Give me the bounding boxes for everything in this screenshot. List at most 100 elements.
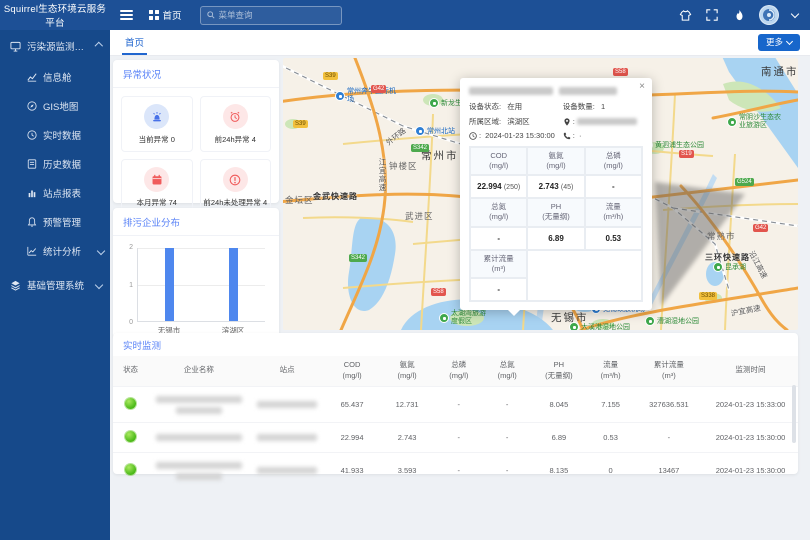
breadcrumb-label: 首页 <box>163 8 182 22</box>
bar-无锡市 <box>165 248 174 321</box>
table-cell: - <box>483 386 531 422</box>
clock-icon <box>469 132 477 140</box>
map-label-road: 外环路 <box>384 125 409 148</box>
table-cell: - <box>435 452 483 488</box>
sidebar-item-statistics[interactable]: 统计分析 <box>0 236 110 265</box>
table-cell: 3.593 <box>380 452 435 488</box>
compass-icon <box>26 100 37 111</box>
tab-home[interactable]: 首页 <box>122 30 147 55</box>
sidebar-item-info-hub[interactable]: 信息舱 <box>0 62 110 91</box>
redacted-site-name <box>257 434 317 441</box>
column-header: 监测时间 <box>703 356 798 386</box>
search-placeholder: 菜单查询 <box>219 9 253 21</box>
column-header: 流量(m³/h) <box>586 356 634 386</box>
road-badge: S342 <box>349 254 367 262</box>
table-cell: 22.994 <box>325 422 380 452</box>
monitor-icon <box>10 41 21 52</box>
chevron-down-icon[interactable] <box>791 9 799 17</box>
calendar-icon <box>144 167 169 192</box>
table-cell: 8.045 <box>531 386 586 422</box>
map-label-poi-green: 昆承湖 <box>713 262 746 272</box>
sidebar-item-realtime-data[interactable]: 实时数据 <box>0 120 110 149</box>
table-row[interactable]: 22.9942.743--6.890.53-2024-01-23 15:30:0… <box>113 422 798 452</box>
redacted-enterprise-name <box>156 434 242 441</box>
table-cell: - <box>483 422 531 452</box>
table-row[interactable]: 65.43712.731--8.0457.155327636.5312024-0… <box>113 386 798 422</box>
park-icon <box>727 117 737 127</box>
history-icon <box>26 158 37 169</box>
panel-title: 实时监测 <box>113 333 798 356</box>
sidebar-item-gis-map[interactable]: GIS地图 <box>0 91 110 120</box>
modules-icon <box>10 280 21 291</box>
alert-bell-icon <box>26 216 37 227</box>
plane-icon <box>335 91 345 101</box>
table-scrollbar[interactable] <box>792 385 796 443</box>
search-icon <box>207 11 215 19</box>
clock-icon <box>26 129 37 140</box>
table-cell: 0 <box>586 452 634 488</box>
flame-icon[interactable] <box>732 8 746 22</box>
close-icon[interactable]: × <box>639 82 645 92</box>
fullscreen-icon[interactable] <box>705 8 719 22</box>
table-cell: - <box>483 452 531 488</box>
table-cell: 8.135 <box>531 452 586 488</box>
park-icon <box>439 313 449 323</box>
sidebar-item-site-report[interactable]: 站点报表 <box>0 178 110 207</box>
warning-icon <box>223 167 248 192</box>
chevron-down-icon <box>97 246 105 254</box>
map-label-poi-green: 太湖湾旅游度假区 <box>439 310 491 326</box>
abnormal-cards: 当前异常 0 前24h异常 4 本月异常 74 前24h未处理异常 4 <box>113 88 279 223</box>
bar-chart: 210 <box>137 248 265 322</box>
card-prev24h-unhandled-abnormal: 前24h未处理异常 4 <box>200 159 272 215</box>
device-info-popup: × 设备状态: 在用 设备数量: 1 所属区域: 滨湖区 : : 2024-01… <box>460 78 652 310</box>
header-actions <box>678 5 810 25</box>
map-label-poi-green: 漕湖湿地公园 <box>645 316 699 326</box>
column-header: 总磷(mg/l) <box>435 356 483 386</box>
column-header: 氨氮(mg/l) <box>380 356 435 386</box>
breadcrumb-home[interactable]: 首页 <box>149 8 182 22</box>
siren-icon <box>144 104 169 129</box>
redacted-site-name <box>257 467 317 474</box>
user-avatar[interactable] <box>759 5 779 25</box>
hamburger-menu-icon[interactable] <box>120 10 133 20</box>
status-dot-online <box>125 398 136 409</box>
map-label-poi-green: 大溪港湿地公园 <box>569 322 630 330</box>
redacted-enterprise-title <box>469 87 629 95</box>
enterprise-distribution-panel: 排污企业分布 210 无锡市滨湖区 <box>113 208 279 338</box>
menu-search-input[interactable]: 菜单查询 <box>200 6 342 25</box>
redacted-enterprise-name <box>156 396 242 403</box>
app-logo: Squirrel生态环境云服务平台 <box>0 1 110 29</box>
app-root: Squirrel生态环境云服务平台 首页 菜单查询 <box>0 0 810 540</box>
sidebar-item-history-data[interactable]: 历史数据 <box>0 149 110 178</box>
grid-icon <box>149 10 159 20</box>
sidebar-item-alert-management[interactable]: 预警管理 <box>0 207 110 236</box>
gis-map[interactable]: 常州市钟楼区武进区金坛区滨湖区无锡市南通市常熟市金武快速路三环快速路江宜高速沿江… <box>283 58 798 330</box>
road-badge: S39 <box>323 72 338 80</box>
table-cell: 2024-01-23 15:33:00 <box>703 386 798 422</box>
chevron-down-icon <box>786 37 793 44</box>
road-badge: G42 <box>371 85 386 93</box>
park-icon <box>429 98 439 108</box>
park-icon <box>569 322 579 330</box>
map-label-district: 武进区 <box>405 210 434 222</box>
theme-skin-icon[interactable] <box>678 8 692 22</box>
redacted-enterprise-name <box>176 473 222 480</box>
bar-滨湖区 <box>229 248 238 321</box>
table-cell: 0.53 <box>586 422 634 452</box>
phone-icon <box>563 132 571 140</box>
more-button[interactable]: 更多 <box>758 34 800 51</box>
realtime-monitor-panel: 实时监测 状态企业名称站点COD(mg/l)氨氮(mg/l)总磷(mg/l)总氮… <box>113 333 798 474</box>
map-label-district: 钟楼区 <box>389 160 418 172</box>
abnormal-status-panel: 异常状况 当前异常 0 前24h异常 4 本月异常 74 <box>113 60 279 203</box>
panel-title: 异常状况 <box>113 60 279 88</box>
redacted-enterprise-name <box>156 462 242 469</box>
alarm-clock-icon <box>223 104 248 129</box>
sidebar-group-basic-management[interactable]: 基础管理系统 <box>0 269 110 301</box>
table-row[interactable]: 41.9333.593--8.1350134672024-01-23 15:30… <box>113 452 798 488</box>
map-label-district: 常熟市 <box>707 230 736 242</box>
chart-plot-area <box>137 248 265 322</box>
redacted-site-name <box>257 401 317 408</box>
sidebar-group-pollution-monitoring[interactable]: 污染源监测系统 <box>0 30 110 62</box>
park-icon <box>713 262 723 272</box>
card-month-abnormal: 本月异常 74 <box>121 159 193 215</box>
